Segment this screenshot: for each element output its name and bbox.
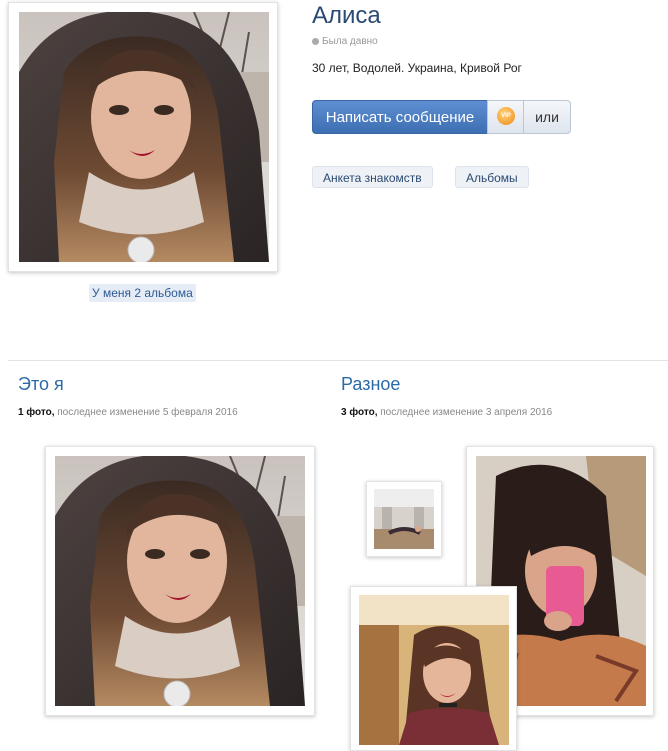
vip-gift-button[interactable]: VIP (487, 100, 524, 134)
album-photo-count: 1 фото, (18, 407, 55, 418)
profile-photo-frame[interactable] (8, 2, 278, 272)
status-text: Была давно (322, 36, 378, 47)
online-status: Была давно (312, 36, 378, 47)
album-thumb-frame[interactable] (350, 586, 517, 751)
profile-photo[interactable] (19, 12, 269, 262)
album-cover-frame[interactable] (45, 446, 315, 716)
dating-profile-button[interactable]: Анкета знакомств (312, 166, 433, 188)
status-dot-icon (312, 38, 319, 45)
album-title[interactable]: Это я (18, 374, 64, 395)
albums-button[interactable]: Альбомы (455, 166, 529, 188)
album-cover-photo[interactable] (55, 456, 305, 706)
album-thumb-photo[interactable] (374, 489, 434, 549)
album-changed: последнее изменение 3 апреля 2016 (380, 407, 553, 418)
vip-badge-icon: VIP (497, 107, 515, 125)
album-photo-count: 3 фото, (341, 407, 378, 418)
album-thumb-photo[interactable] (359, 595, 509, 745)
album-meta: 1 фото, последнее изменение 5 февраля 20… (18, 407, 238, 418)
album-title[interactable]: Разное (341, 374, 400, 395)
or-button[interactable]: или (523, 100, 571, 134)
profile-name: Алиса (312, 2, 381, 29)
album-thumb-frame[interactable] (366, 481, 442, 557)
send-message-button[interactable]: Написать сообщение (312, 100, 488, 134)
profile-info: 30 лет, Водолей. Украина, Кривой Рог (312, 61, 522, 75)
section-divider (8, 360, 668, 361)
album-meta: 3 фото, последнее изменение 3 апреля 201… (341, 407, 552, 418)
album-changed: последнее изменение 5 февраля 2016 (57, 407, 238, 418)
my-albums-link[interactable]: У меня 2 альбома (89, 284, 196, 302)
